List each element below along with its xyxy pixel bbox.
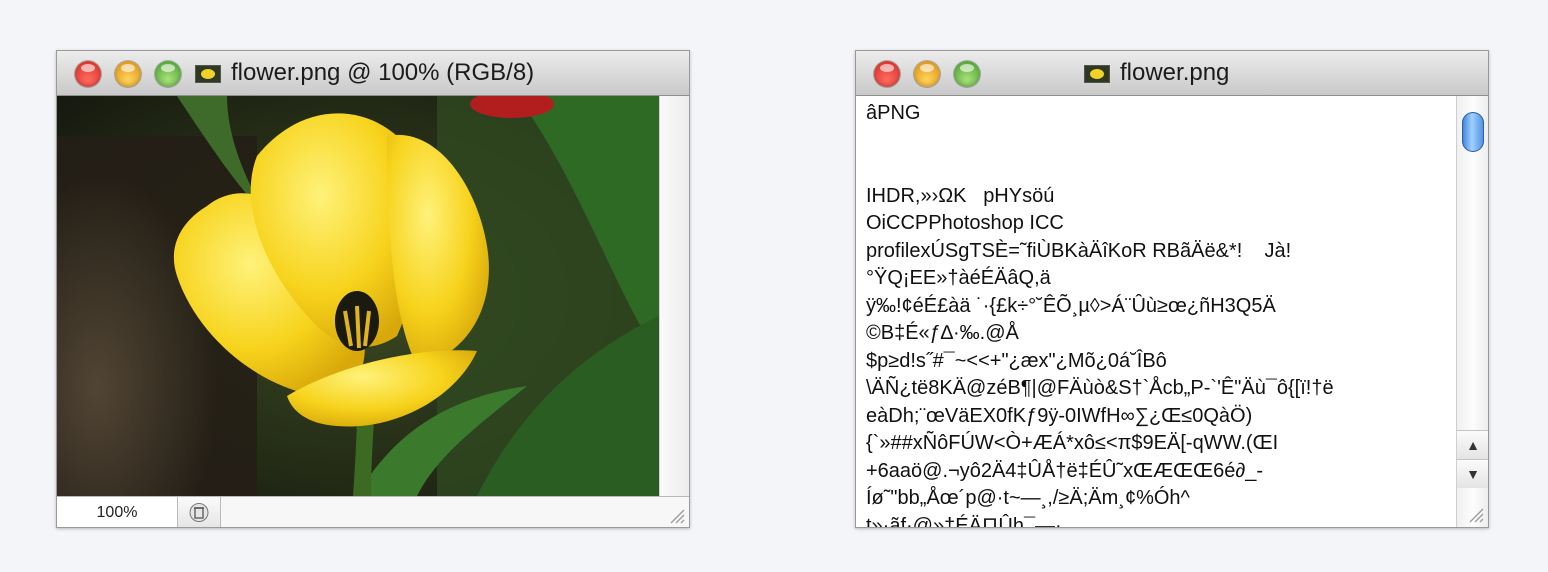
status-bar: 100% (57, 496, 689, 527)
resize-grip-icon[interactable] (1466, 505, 1484, 523)
status-menu-button[interactable] (178, 497, 221, 527)
zoom-button[interactable] (954, 61, 980, 87)
image-file-icon (1084, 64, 1110, 83)
image-document-window: flower.png @ 100% (RGB/8) 100% (56, 50, 690, 528)
title-bar[interactable]: flower.png @ 100% (RGB/8) (57, 51, 689, 96)
flower-image (57, 96, 659, 496)
text-line: IHDR,»›ΩK pHYsöú (866, 184, 1055, 207)
vertical-scrollbar[interactable]: ▲ ▼ (1456, 96, 1488, 527)
text-line: âPNG (866, 102, 921, 124)
text-line: eàDh;¨œVäEX0fKƒ9ÿ-0IWfH∞∑¿Œ≤0QàÖ) (866, 404, 1253, 427)
window-title-text: flower.png (1120, 59, 1230, 86)
window-title: flower.png (1084, 51, 1229, 95)
text-line: OiCCPPhotoshop ICC (866, 212, 1064, 234)
text-line: t»·ãf·@»†ÉÄ∏Ûh¯—· (866, 514, 1062, 528)
title-bar[interactable]: flower.png (856, 51, 1488, 96)
text-line (866, 128, 1456, 156)
close-button[interactable] (874, 61, 900, 87)
window-title-text: flower.png @ 100% (RGB/8) (231, 59, 535, 86)
zoom-button[interactable] (155, 61, 181, 87)
image-canvas[interactable] (57, 96, 659, 496)
text-line: $p≥d!s˝#¯~<<+"¿æx"¿Mõ¿0á˘ÎBô (866, 349, 1167, 372)
text-line: ©B‡É«ƒ∆·‰.@Å (866, 322, 1019, 344)
image-file-icon (195, 64, 221, 83)
minimize-button[interactable] (115, 61, 141, 87)
window-title: flower.png @ 100% (RGB/8) (195, 51, 534, 95)
scrollbar-thumb[interactable] (1462, 112, 1484, 152)
resize-grip-icon[interactable] (667, 506, 685, 524)
text-line: Íø˜"bb„Åœ´p@·t~—¸,/≥Ä;Äm¸¢%Óh^ (866, 487, 1190, 509)
vertical-scrollbar[interactable] (659, 96, 689, 496)
text-line: \ÄÑ¿të8KÄ@zéB¶|@FÄùò&S†`Åcb„P-`'Ê"Äù¯ô{[… (866, 377, 1334, 399)
text-content-area[interactable]: âPNG IHDR,»›ΩK pHYsöú OiCCPPhotoshop ICC p… (856, 96, 1456, 527)
trash-icon (189, 503, 209, 522)
text-line: °ŸQ¡EE»†àéÉÄâQ,ä (866, 267, 1051, 289)
text-line: +6aaö@.¬yô2Ä4‡ÛÅ†ë‡ÉÛ˜xŒÆŒŒ6é∂_- (866, 459, 1264, 482)
text-line: profilexÚSgTSÈ=˜fiÙBKàÄîKoR RBãÄë&*! Jà! (866, 239, 1292, 262)
raw-file-text: âPNG IHDR,»›ΩK pHYsöú OiCCPPhotoshop ICC p… (856, 96, 1456, 527)
scroll-down-button[interactable]: ▼ (1457, 459, 1488, 488)
scroll-up-button[interactable]: ▲ (1457, 430, 1488, 459)
text-line (866, 155, 1456, 183)
zoom-level-field[interactable]: 100% (57, 497, 178, 527)
minimize-button[interactable] (914, 61, 940, 87)
close-button[interactable] (75, 61, 101, 87)
text-line: ÿ‰!¢éÉ£àä ˙·{£k÷°˘ÊÕ¸µ◊>Á¨Ûù≥œ¿ñH3Q5Ä (866, 294, 1276, 317)
text-view-window: flower.png âPNG IHDR,»›ΩK pHYsöú OiCCPPho… (855, 50, 1489, 528)
text-line: {`»##xÑôFÚW<Ò+ÆÁ*xô≤<π$9EÄ[-qWW.(ŒI (866, 432, 1279, 454)
